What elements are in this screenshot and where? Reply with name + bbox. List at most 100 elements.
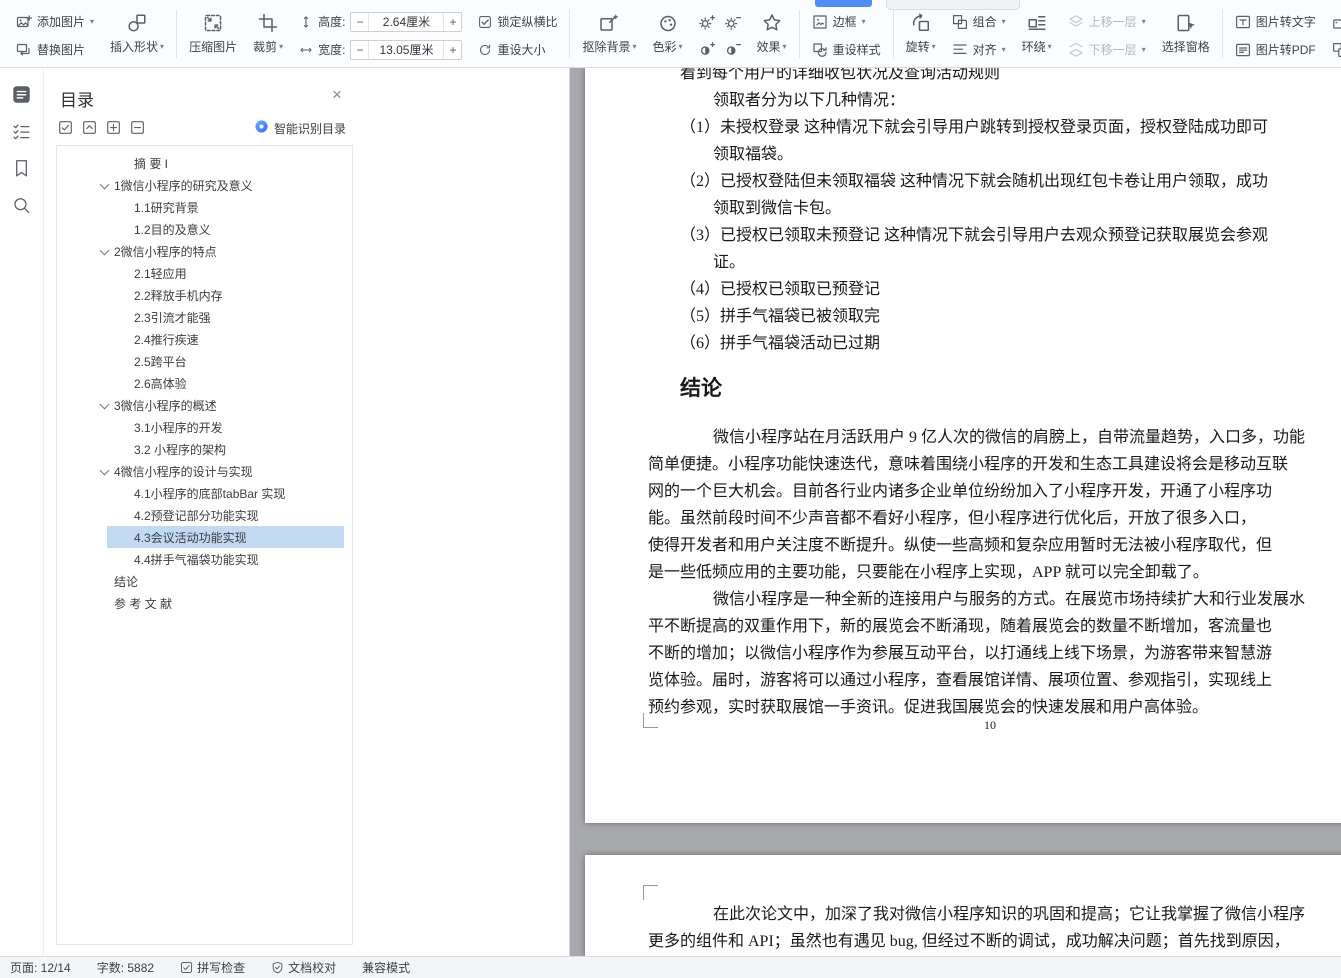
height-increase-button[interactable]: + (444, 15, 461, 29)
smart-recognize-toc-button[interactable]: 智能识别目录 (254, 119, 346, 137)
send-backward-button[interactable]: 下移一层 ▾ (1068, 37, 1146, 62)
selection-pane-button[interactable]: 选择窗格 (1154, 9, 1218, 56)
toc-expand-all-button[interactable] (106, 120, 121, 135)
add-picture-button[interactable]: 添加图片 ▾ (16, 9, 94, 34)
doc-line[interactable]: （3）已授权已领取未预登记 这种情况下就会引导用户去观众预登记获取展览会参观 (680, 222, 1268, 249)
doc-proof-button[interactable]: 文档校对 (271, 959, 336, 976)
doc-line[interactable]: 是一些低频应用的主要功能，只要能在小程序上实现，APP 就可以完全卸载了。 (648, 559, 1209, 586)
doc-line[interactable]: 看到每个用户的详细收包状况及查询活动规则 (680, 68, 1000, 87)
reset-style-button[interactable]: 重设样式 (812, 37, 881, 62)
doc-line[interactable]: （4）已授权已领取已预登记 (680, 276, 880, 303)
doc-line[interactable]: （5）拼手气福袋已被领取完 (680, 303, 880, 330)
bookmark-panel-button[interactable] (0, 150, 43, 187)
height-value-field[interactable]: 2.64厘米 (368, 12, 445, 31)
share-button-fragment[interactable] (815, 0, 872, 7)
doc-line[interactable]: 不断的增加；以微信小程序作为参展互动平台，以打通线上线下场景，为游客带来智慧游 (648, 640, 1272, 667)
doc-line[interactable]: 网的一个巨大机会。目前各行业内诸多企业单位纷纷加入了小程序开发，开通了小程序功 (648, 478, 1272, 505)
crop-button[interactable]: 裁剪 ▾ (245, 9, 291, 56)
border-button[interactable]: 边框 ▾ (812, 9, 881, 34)
toc-item[interactable]: 4.1小程序的底部tabBar 实现 (57, 482, 352, 504)
doc-line[interactable]: 微信小程序站在月活跃用户 9 亿人次的微信的肩膀上，自带流量趋势，入口多，功能 (713, 424, 1305, 451)
group-button[interactable]: 组合 ▾ (952, 9, 1006, 34)
outline-panel-button[interactable] (0, 76, 43, 113)
doc-line[interactable]: 在此次论文中，加深了我对微信小程序知识的巩固和提高；它让我掌握了微信小程序 (713, 901, 1305, 928)
bring-forward-button[interactable]: 上移一层 ▾ (1068, 9, 1146, 34)
close-icon[interactable]: × (332, 85, 342, 105)
reset-size-button[interactable]: 重设大小 (478, 37, 557, 62)
doc-line[interactable]: 简单便捷。小程序功能快速迭代，意味着围绕小程序的开发和生态工具建设将会是移动互联 (648, 451, 1288, 478)
contrast-up-button[interactable] (698, 41, 716, 58)
doc-line[interactable]: 证。 (713, 249, 745, 276)
width-decrease-button[interactable]: − (351, 43, 368, 57)
align-button[interactable]: 对齐 ▾ (952, 37, 1006, 62)
doc-line[interactable]: 微信小程序是一种全新的连接用户与服务的方式。在展览市场持续扩大和行业发展水 (713, 586, 1305, 613)
doc-line[interactable]: 更多的组件和 API；虽然也有遇见 bug, 但经过不断的调试，成功解决问题；首… (648, 928, 1290, 955)
picture-translate-button[interactable]: 图片翻译 (1332, 37, 1341, 62)
lock-aspect-checkbox[interactable]: 锁定纵横比 (478, 9, 557, 34)
toc-item[interactable]: 2.3引流才能强 (57, 306, 352, 328)
effect-button[interactable]: 效果 ▾ (749, 9, 795, 56)
rotate-button[interactable]: 旋转 ▾ (898, 9, 944, 56)
document-page-1[interactable]: 看到每个用户的详细收包状况及查询活动规则 领取者分为以下几种情况： （1）未授权… (585, 68, 1341, 823)
toc-collapse-all-button[interactable] (130, 120, 145, 135)
toc-item[interactable]: 3.1小程序的开发 (57, 416, 352, 438)
doc-line[interactable]: 领取者分为以下几种情况： (713, 87, 905, 114)
search-box-fragment[interactable] (886, 0, 1020, 10)
wrap-button[interactable]: 环绕 ▾ (1014, 9, 1060, 56)
doc-line[interactable]: 预约参观，实时获取展馆一手资讯。促进我国展览会的快速发展和用户高体验。 (648, 694, 1208, 721)
toc-item[interactable]: 2.6高体验 (57, 372, 352, 394)
doc-line[interactable]: （1）未授权登录 这种情况下就会引导用户跳转到授权登录页面，授权登陆成功即可 (680, 114, 1268, 141)
chevron-down-icon[interactable] (99, 245, 110, 256)
toc-item[interactable]: 参 考 文 献 (57, 592, 352, 614)
width-value-field[interactable]: 13.05厘米 (368, 40, 445, 59)
toc-item[interactable]: 1.1研究背景 (57, 196, 352, 218)
document-page-2[interactable]: 在此次论文中，加深了我对微信小程序知识的巩固和提高；它让我掌握了微信小程序 更多… (585, 855, 1341, 956)
toc-item[interactable]: 结论 (57, 570, 352, 592)
picture-extract-button[interactable]: 图片提取 (1332, 9, 1341, 34)
color-button[interactable]: 色彩 ▾ (645, 9, 691, 56)
compat-mode-indicator[interactable]: 兼容模式 (362, 959, 410, 976)
toc-item[interactable]: 1微信小程序的研究及意义 (57, 174, 352, 196)
picture-to-pdf-button[interactable]: 图片转PDF (1235, 37, 1316, 62)
toc-item[interactable]: 2微信小程序的特点 (57, 240, 352, 262)
word-count[interactable]: 字数: 5882 (97, 959, 154, 976)
toc-item[interactable]: 2.5跨平台 (57, 350, 352, 372)
doc-line[interactable]: 领取到微信卡包。 (713, 195, 841, 222)
toc-item[interactable]: 2.1轻应用 (57, 262, 352, 284)
doc-line[interactable]: 览体验。届时，游客将可以通过小程序，查看展馆详情、展项位置、参观指引，实现线上 (648, 667, 1272, 694)
doc-line[interactable]: 使得开发者和用户关注度不断提升。纵使一些高频和复杂应用暂时无法被小程序取代，但 (648, 532, 1272, 559)
insert-shape-button[interactable]: 插入形状 ▾ (102, 9, 172, 56)
toc-item[interactable]: 1.2目的及意义 (57, 218, 352, 240)
brightness-down-button[interactable] (724, 14, 742, 31)
toc-item[interactable]: 2.2释放手机内存 (57, 284, 352, 306)
doc-line[interactable]: （2）已授权登陆但未领取福袋 这种情况下就会随机出现红包卡卷让用户领取，成功 (680, 168, 1268, 195)
toc-item[interactable]: 3.2 小程序的架构 (57, 438, 352, 460)
checklist-panel-button[interactable] (0, 113, 43, 150)
replace-picture-button[interactable]: 替换图片 (16, 37, 94, 62)
picture-to-text-button[interactable]: 图片转文字 (1235, 9, 1316, 34)
doc-line[interactable]: （6）拼手气福袋活动已过期 (680, 330, 880, 357)
chevron-down-icon[interactable] (99, 179, 110, 190)
toc-item[interactable]: 2.4推行疾速 (57, 328, 352, 350)
conclusion-heading[interactable]: 结论 (680, 372, 722, 405)
doc-line[interactable]: 能。虽然前段时间不少声音都不看好小程序，但小程序进行优化后，开放了很多入口， (648, 505, 1256, 532)
toc-item-abstract[interactable]: 摘 要 I (57, 152, 352, 174)
toc-collapse-button[interactable] (82, 120, 97, 135)
brightness-up-button[interactable] (698, 14, 716, 31)
page-indicator[interactable]: 页面: 12/14 (10, 959, 71, 976)
remove-background-button[interactable]: 抠除背景 ▾ (574, 9, 644, 56)
toc-item[interactable]: 3微信小程序的概述 (57, 394, 352, 416)
search-panel-button[interactable] (0, 187, 43, 224)
doc-line[interactable]: 领取福袋。 (713, 141, 793, 168)
doc-line[interactable]: 平不断提高的双重作用下，新的展览会不断涌现，随着展览会的数量不断增加，客流量也 (648, 613, 1272, 640)
toc-item[interactable]: 4.2预登记部分功能实现 (57, 504, 352, 526)
toc-item[interactable]: 4微信小程序的设计与实现 (57, 460, 352, 482)
spell-check-button[interactable]: 拼写检查 (180, 959, 245, 976)
width-increase-button[interactable]: + (444, 43, 461, 57)
chevron-down-icon[interactable] (99, 399, 110, 410)
compress-picture-button[interactable]: 压缩图片 (181, 9, 245, 56)
height-decrease-button[interactable]: − (351, 15, 368, 29)
toc-item-selected[interactable]: 4.3会议活动功能实现 (57, 526, 352, 548)
toc-checkbox-button[interactable] (58, 120, 73, 135)
chevron-down-icon[interactable] (99, 465, 110, 476)
